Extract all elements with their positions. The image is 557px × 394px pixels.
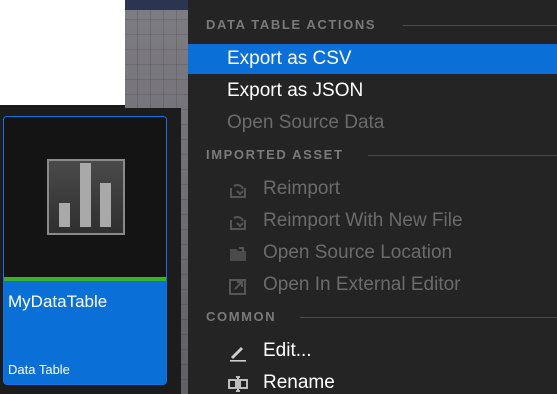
section-title: COMMON xyxy=(206,309,277,324)
pencil-icon xyxy=(230,347,246,362)
white-panel xyxy=(0,0,125,105)
menu-item-label: Reimport xyxy=(263,178,341,199)
menu-item-label: Export as CSV xyxy=(227,48,352,69)
asset-type-label: Data Table xyxy=(8,362,70,377)
reimport-new-file-icon xyxy=(230,215,246,230)
reimport-icon xyxy=(230,183,246,198)
menu-item-export-csv[interactable]: Export as CSV xyxy=(188,44,557,74)
section-common: COMMON xyxy=(188,307,557,327)
section-title: DATA TABLE ACTIONS xyxy=(206,17,377,32)
asset-thumbnail xyxy=(4,117,166,277)
external-editor-icon xyxy=(229,279,246,295)
menu-item-label: Open In External Editor xyxy=(263,274,461,295)
menu-item-export-json[interactable]: Export as JSON xyxy=(188,76,557,106)
menu-item-label: Rename xyxy=(263,372,335,393)
menu-item-rename[interactable]: Rename xyxy=(188,368,557,394)
section-data-table-actions: DATA TABLE ACTIONS xyxy=(188,15,557,35)
menu-item-label: Open Source Location xyxy=(263,242,453,263)
folder-icon xyxy=(230,247,246,261)
bar-chart-icon xyxy=(47,159,125,235)
rename-icon xyxy=(228,376,248,392)
menu-item-reimport[interactable]: Reimport xyxy=(188,174,557,204)
menu-item-label: Reimport With New File xyxy=(263,210,463,231)
viewport-sky xyxy=(125,0,195,10)
chart-bar-2 xyxy=(80,163,91,227)
menu-item-reimport-new-file[interactable]: Reimport With New File xyxy=(188,206,557,236)
asset-tile-mydatatable[interactable]: MyDataTable Data Table xyxy=(3,116,167,385)
section-title: IMPORTED ASSET xyxy=(206,147,344,162)
section-divider xyxy=(368,155,557,156)
section-divider xyxy=(403,25,557,26)
chart-bar-1 xyxy=(59,203,70,227)
section-imported-asset: IMPORTED ASSET xyxy=(188,145,557,165)
menu-item-open-external-editor[interactable]: Open In External Editor xyxy=(188,270,557,300)
menu-item-label: Open Source Data xyxy=(227,112,385,133)
menu-item-edit[interactable]: Edit... xyxy=(188,336,557,366)
editor-window: MyDataTable Data Table DATA TABLE ACTION… xyxy=(0,0,557,394)
context-menu: DATA TABLE ACTIONS Export as CSV Export … xyxy=(188,0,557,394)
menu-item-label: Edit... xyxy=(263,340,312,361)
asset-name: MyDataTable xyxy=(8,292,108,311)
chart-bar-3 xyxy=(100,183,111,227)
menu-item-open-source-data[interactable]: Open Source Data xyxy=(188,108,557,138)
asset-info: MyDataTable Data Table xyxy=(4,281,166,384)
menu-item-open-source-location[interactable]: Open Source Location xyxy=(188,238,557,268)
menu-item-label: Export as JSON xyxy=(227,80,364,101)
section-divider xyxy=(300,317,557,318)
